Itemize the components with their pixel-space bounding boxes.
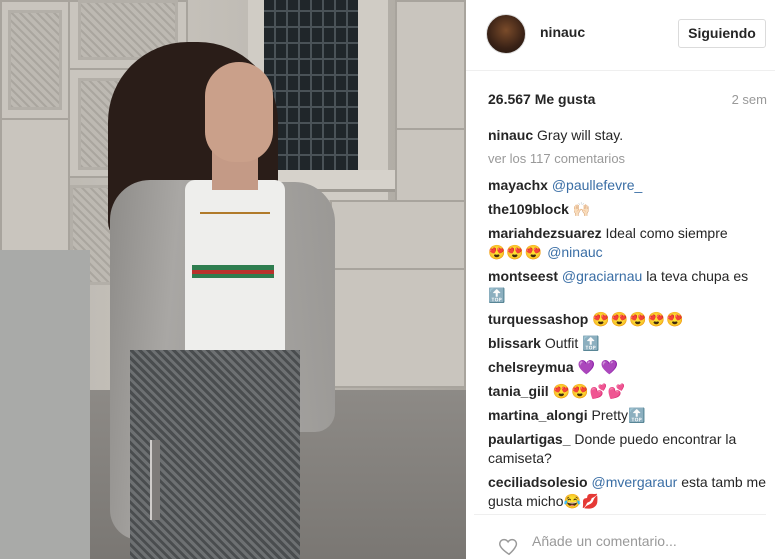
comment-username[interactable]: paulartigas_ <box>488 431 570 447</box>
avatar[interactable] <box>486 14 526 54</box>
comment-username[interactable]: the109block <box>488 201 569 217</box>
post-side-panel: ninauc Siguiendo 26.567 Me gusta 2 sem n… <box>466 0 775 559</box>
comment-list: ninauc Gray will stay. ver los 117 comen… <box>488 126 773 516</box>
caption: ninauc Gray will stay. <box>488 126 773 145</box>
wall-block <box>330 200 466 270</box>
comment-username[interactable]: martina_alongi <box>488 407 588 423</box>
jacket-zipper <box>150 440 160 520</box>
comment-username[interactable]: mariahdezsuarez <box>488 225 602 241</box>
comment-footer <box>474 514 766 559</box>
comment-text: Pretty <box>591 407 629 423</box>
likes-count[interactable]: 26.567 Me gusta <box>488 91 595 107</box>
top-arrow-icon: 🔝 <box>582 335 601 351</box>
wall-block <box>0 118 70 258</box>
comment-item: mayachx @paullefevre_ <box>488 176 773 195</box>
raised-hands-emoji: 🙌🏻 <box>572 201 592 217</box>
comment-username[interactable]: ceciliadsolesio <box>488 474 588 490</box>
caption-username[interactable]: ninauc <box>488 127 533 143</box>
comment-item: mariahdezsuarez Ideal como siempre 😍😍😍 @… <box>488 224 773 262</box>
comment-item: tania_giil 😍😍💕💕 <box>488 382 773 401</box>
comment-username[interactable]: chelsreymua <box>488 359 574 375</box>
comment-mention[interactable]: @ninauc <box>547 244 602 260</box>
post-time[interactable]: 2 sem <box>732 92 767 107</box>
comment-mention[interactable]: @mvergaraur <box>592 474 678 490</box>
comment-item: blissark Outfit 🔝 <box>488 334 773 353</box>
comment-item: paulartigas_ Donde puedo encontrar la ca… <box>488 430 773 468</box>
top-arrow-icon: 🔝 <box>628 407 647 423</box>
comment-item: chelsreymua 💜 💜 <box>488 358 773 377</box>
post-photo[interactable] <box>0 0 466 559</box>
face <box>205 62 273 162</box>
purple-heart-emoji: 💜 💜 <box>577 359 620 375</box>
comment-item: martina_alongi Pretty🔝 <box>488 406 773 425</box>
wall-block <box>395 0 466 130</box>
comment-mention[interactable]: @paullefevre_ <box>552 177 643 193</box>
heart-eyes-emoji: 😍😍😍 <box>488 244 544 260</box>
comment-text: la teva chupa es <box>646 268 749 284</box>
wall-inset <box>8 10 62 110</box>
window-grille <box>264 0 358 170</box>
comment-username[interactable]: blissark <box>488 335 541 351</box>
comment-text: Outfit <box>544 335 579 351</box>
comment-item: montseest @graciarnau la teva chupa es 🔝 <box>488 267 773 305</box>
following-button[interactable]: Siguiendo <box>678 19 766 48</box>
heart-eyes-emoji: 😍😍😍😍😍 <box>592 311 685 327</box>
comment-username[interactable]: turquessashop <box>488 311 588 327</box>
laughing-kiss-emoji: 😂💋 <box>563 493 601 509</box>
tshirt-stripe <box>192 274 274 278</box>
heart-outline-icon[interactable] <box>498 535 520 557</box>
comment-item: ceciliadsolesio @mvergaraur esta tamb me… <box>488 473 773 511</box>
comment-username[interactable]: mayachx <box>488 177 548 193</box>
comment-item: turquessashop 😍😍😍😍😍 <box>488 310 773 329</box>
comment-text: Ideal como siempre <box>605 225 728 241</box>
tshirt-print <box>200 212 270 252</box>
view-all-comments-link[interactable]: ver los 117 comentarios <box>488 151 773 166</box>
comment-username[interactable]: tania_giil <box>488 383 549 399</box>
caption-text: Gray will stay. <box>537 127 624 143</box>
comment-item: the109block 🙌🏻 <box>488 200 773 219</box>
comment-mention[interactable]: @graciarnau <box>562 268 642 284</box>
add-comment-input[interactable] <box>532 533 752 549</box>
wall-block <box>330 268 466 388</box>
comment-username[interactable]: montseest <box>488 268 558 284</box>
heart-eyes-emoji: 😍😍💕💕 <box>552 383 627 399</box>
wall-base <box>0 250 90 559</box>
top-arrow-icon: 🔝 <box>488 287 507 303</box>
post-username[interactable]: ninauc <box>540 24 585 40</box>
post-header: ninauc Siguiendo <box>466 0 775 71</box>
